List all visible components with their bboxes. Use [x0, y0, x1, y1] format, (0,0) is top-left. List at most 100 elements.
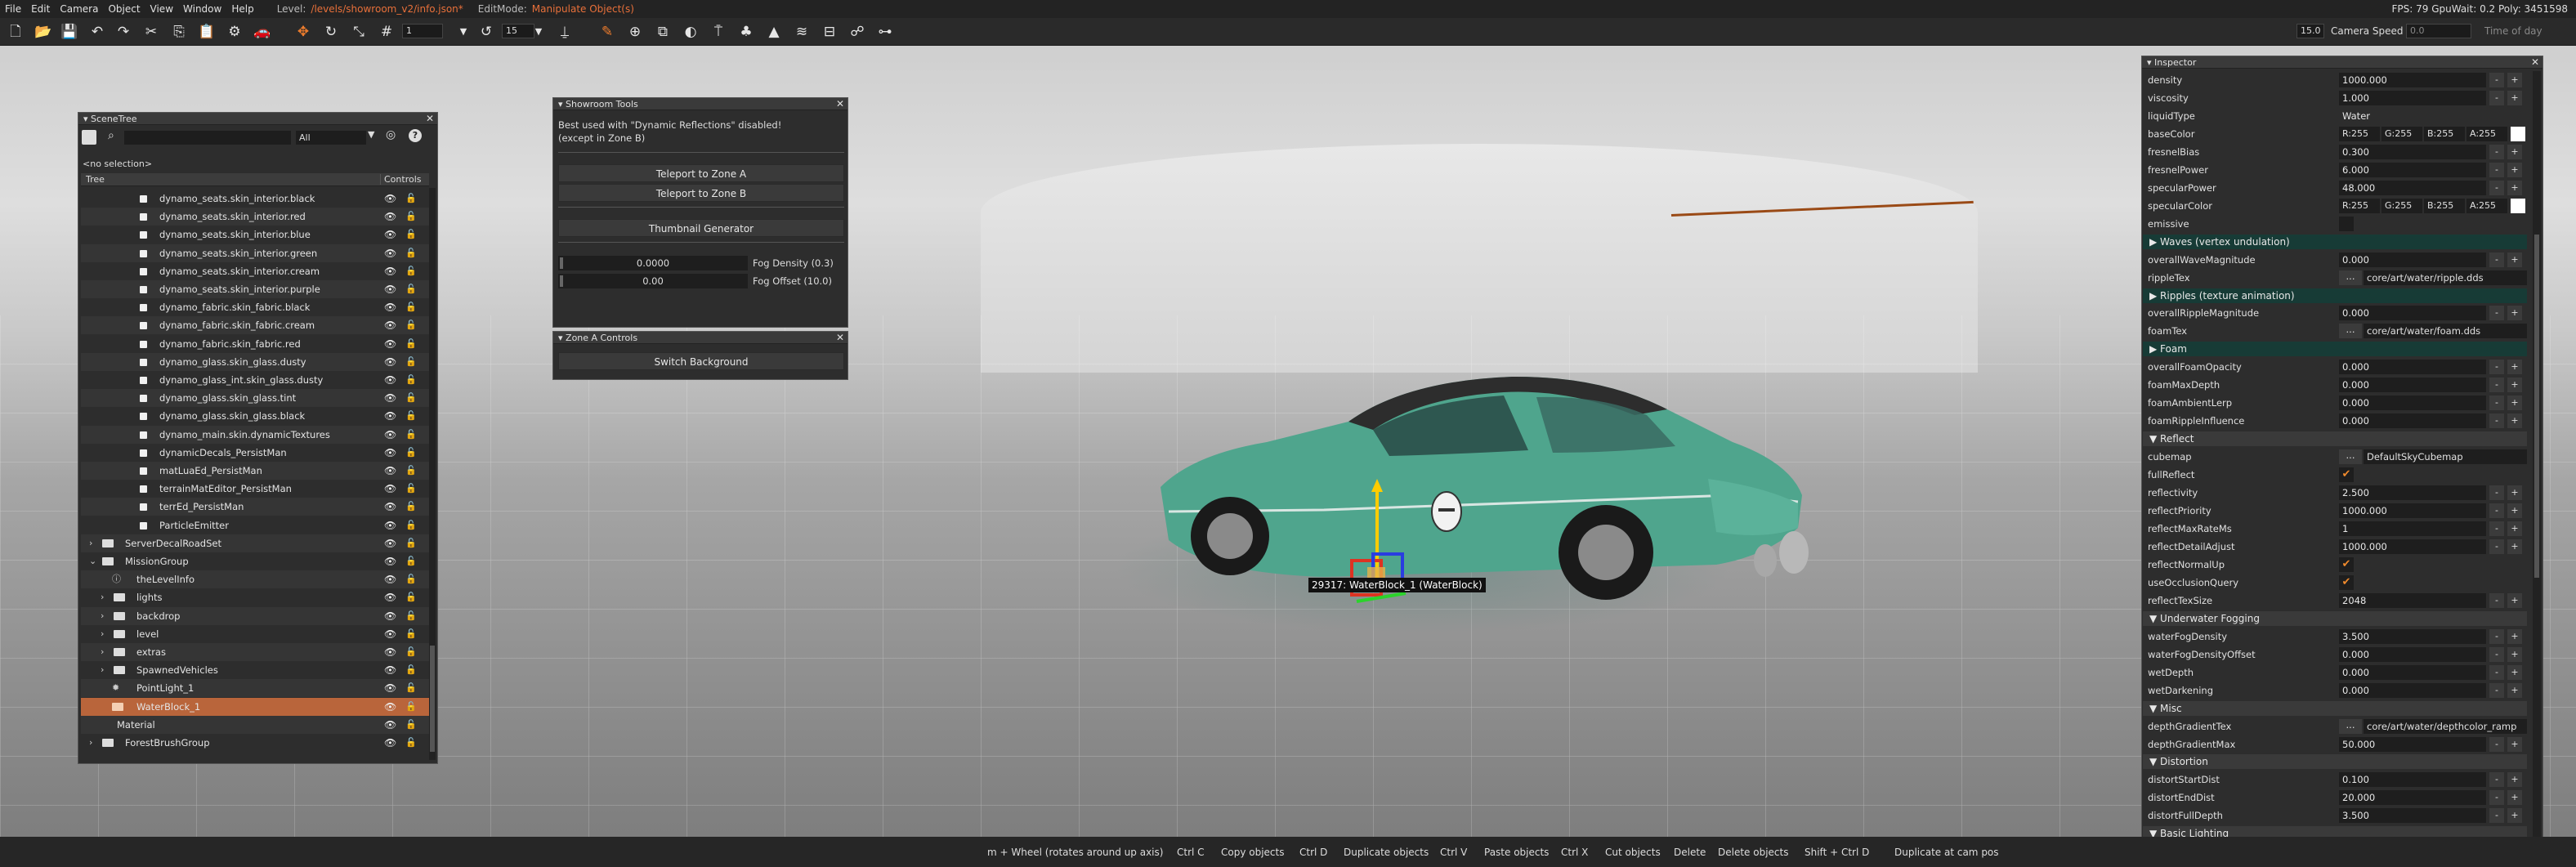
save-icon[interactable]: 💾 [60, 23, 78, 41]
number-input[interactable]: 20.000 [2339, 790, 2486, 806]
lock-icon[interactable]: 🔓 [405, 698, 417, 716]
decrement-button[interactable]: - [2489, 162, 2504, 177]
tree-row[interactable]: dynamo_glass.skin_glass.tint 👁 🔓 [81, 389, 429, 408]
expand-arrow-icon[interactable]: › [89, 734, 92, 752]
open-folder-icon[interactable]: 📂 [34, 23, 52, 41]
decrement-button[interactable]: - [2489, 413, 2504, 429]
inspector-section-header[interactable]: ▼ Underwater Fogging [2143, 610, 2527, 626]
inspector-scrollbar[interactable] [2533, 71, 2541, 851]
collapse-triangle-icon[interactable]: ▾ [83, 114, 91, 124]
undo-icon[interactable]: ↶ [88, 23, 106, 41]
lock-icon[interactable]: 🔓 [405, 734, 417, 752]
tree-row[interactable]: dynamo_seats.skin_interior.purple 👁 🔓 [81, 280, 429, 298]
number-input[interactable]: 1 [2339, 521, 2486, 536]
tree-row[interactable]: dynamo_seats.skin_interior.cream 👁 🔓 [81, 262, 429, 280]
menu-object[interactable]: Object [103, 3, 145, 15]
switch-background-button[interactable]: Switch Background [558, 352, 844, 370]
increment-button[interactable]: + [2507, 790, 2522, 806]
menu-file[interactable]: File [0, 3, 26, 15]
decrement-button[interactable]: - [2489, 360, 2504, 375]
visibility-eye-icon[interactable]: 👁 [384, 462, 396, 480]
decrement-button[interactable]: - [2489, 646, 2504, 662]
increment-button[interactable]: + [2507, 646, 2522, 662]
decrement-button[interactable]: - [2489, 736, 2504, 752]
visibility-eye-icon[interactable]: 👁 [384, 262, 396, 280]
decrement-button[interactable]: - [2489, 306, 2504, 321]
lock-icon[interactable]: 🔓 [405, 407, 417, 425]
browse-button[interactable]: ... [2339, 324, 2362, 339]
thumbnail-generator-button[interactable]: Thumbnail Generator [558, 219, 844, 237]
scale-gizmo-icon[interactable]: ⤡ [350, 23, 368, 41]
slider-handle[interactable] [560, 257, 563, 269]
menu-window[interactable]: Window [178, 3, 226, 15]
visibility-eye-icon[interactable]: 👁 [384, 607, 396, 625]
lock-icon[interactable]: 🔓 [405, 661, 417, 679]
visibility-eye-icon[interactable]: 👁 [384, 516, 396, 534]
nav-graph-icon[interactable]: ☍ [848, 23, 866, 41]
increment-button[interactable]: + [2507, 73, 2522, 87]
terrain-paint-icon[interactable]: ◐ [682, 23, 700, 41]
lock-icon[interactable]: 🔓 [405, 462, 417, 480]
tree-row[interactable]: Material 👁 🔓 [81, 715, 429, 734]
visibility-eye-icon[interactable]: 👁 [384, 588, 396, 606]
visibility-eye-icon[interactable]: 👁 [384, 444, 396, 462]
path-field[interactable]: core/art/water/foam.dds [2364, 324, 2527, 339]
number-input[interactable]: 6.000 [2339, 162, 2486, 177]
tree-row[interactable]: › ForestBrushGroup 👁 🔓 [81, 734, 429, 752]
inspector-section-header[interactable]: ▶ Waves (vertex undulation) [2143, 234, 2527, 249]
lock-icon[interactable]: 🔓 [405, 316, 417, 334]
lock-icon[interactable]: 🔓 [405, 643, 417, 661]
color-g-field[interactable]: G:255 [2381, 198, 2422, 213]
tree-row[interactable]: › level 👁 🔓 [81, 625, 429, 643]
paste-icon[interactable]: 📋 [198, 23, 216, 41]
translate-gizmo-icon[interactable]: ✥ [294, 23, 312, 41]
number-input[interactable]: 0.000 [2339, 413, 2486, 429]
tree-row[interactable]: ParticleEmitter 👁 🔓 [81, 516, 429, 534]
menu-camera[interactable]: Camera [55, 3, 103, 15]
checkbox[interactable] [2339, 216, 2354, 231]
increment-button[interactable]: + [2507, 592, 2522, 608]
increment-button[interactable]: + [2507, 485, 2522, 501]
tree-row[interactable]: › lights 👁 🔓 [81, 588, 429, 606]
decrement-button[interactable]: - [2489, 664, 2504, 680]
inspector-section-header[interactable]: ▼ Reflect [2143, 431, 2527, 447]
number-input[interactable]: 2048 [2339, 592, 2486, 608]
node-graph-icon[interactable]: ⊶ [876, 23, 894, 41]
lock-icon[interactable]: 🔓 [405, 262, 417, 280]
decrement-button[interactable]: - [2489, 592, 2504, 608]
increment-button[interactable]: + [2507, 664, 2522, 680]
visibility-eye-icon[interactable]: 👁 [384, 716, 396, 734]
decrement-button[interactable]: - [2489, 503, 2504, 519]
decrement-button[interactable]: - [2489, 396, 2504, 411]
increment-button[interactable]: + [2507, 144, 2522, 159]
filter-select[interactable]: All [296, 131, 366, 145]
lock-icon[interactable]: 🔓 [405, 534, 417, 552]
filter-dropdown-icon[interactable]: ▼ [368, 129, 374, 140]
menu-edit[interactable]: Edit [26, 3, 55, 15]
add-group-icon[interactable] [82, 130, 96, 145]
slider-handle[interactable] [560, 275, 563, 287]
lock-icon[interactable]: 🔓 [405, 480, 417, 498]
checkbox[interactable]: ✔ [2339, 574, 2354, 590]
tree-row[interactable]: ⌄ MissionGroup 👁 🔓 [81, 552, 429, 570]
increment-button[interactable]: + [2507, 682, 2522, 698]
brush-edit-icon[interactable]: ✎ [598, 23, 616, 41]
visibility-eye-icon[interactable]: 👁 [384, 353, 396, 371]
visibility-eye-icon[interactable]: 👁 [384, 534, 396, 552]
lock-icon[interactable]: 🔓 [405, 190, 417, 208]
tree-row[interactable]: dynamo_glass.skin_glass.dusty 👁 🔓 [81, 352, 429, 371]
lock-icon[interactable]: 🔓 [405, 208, 417, 226]
visibility-eye-icon[interactable]: 👁 [384, 226, 396, 244]
tree-row[interactable]: dynamo_fabric.skin_fabric.cream 👁 🔓 [81, 316, 429, 335]
car-model[interactable] [1144, 364, 1822, 634]
path-field[interactable]: core/art/water/ripple.dds [2364, 270, 2527, 285]
increment-button[interactable]: + [2507, 180, 2522, 195]
lock-icon[interactable]: 🔓 [405, 552, 417, 570]
teleport-zone-a-button[interactable]: Teleport to Zone A [558, 164, 844, 182]
visibility-eye-icon[interactable]: 👁 [384, 480, 396, 498]
decrement-button[interactable]: - [2489, 90, 2504, 105]
checkbox[interactable]: ✔ [2339, 556, 2354, 572]
decrement-button[interactable]: - [2489, 628, 2504, 644]
decrement-button[interactable]: - [2489, 772, 2504, 788]
path-field[interactable]: DefaultSkyCubemap [2364, 449, 2527, 465]
